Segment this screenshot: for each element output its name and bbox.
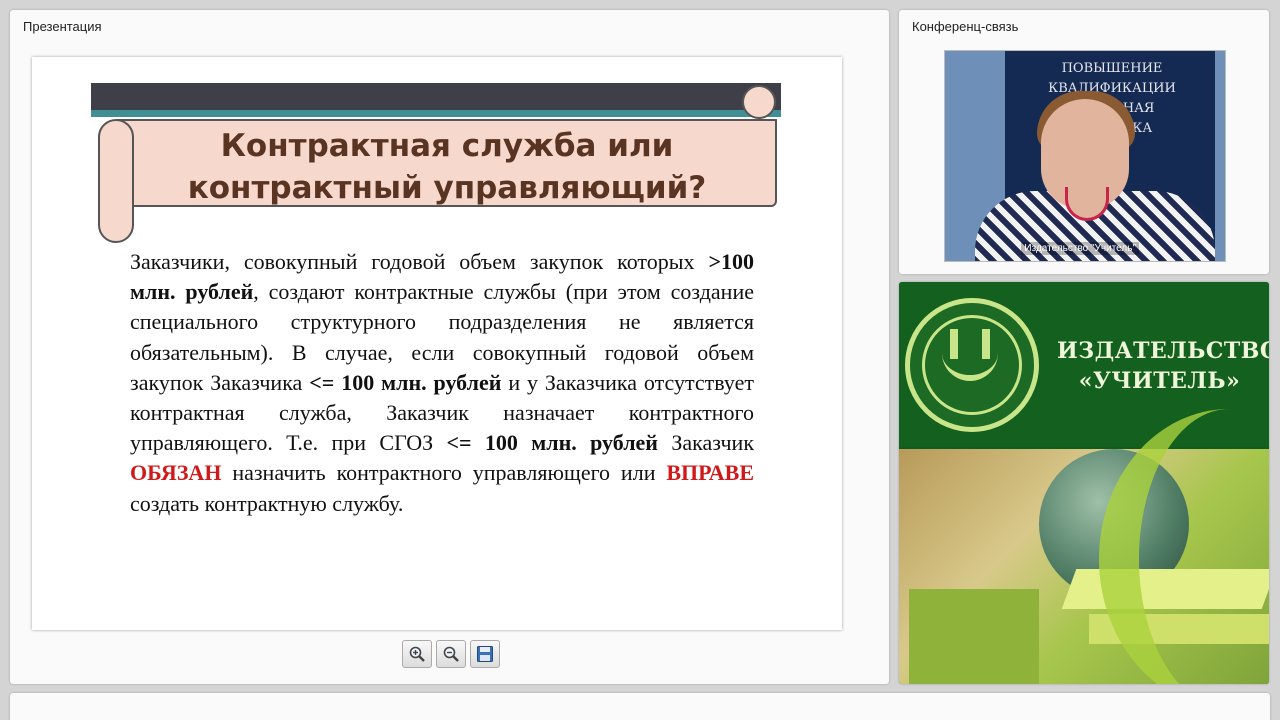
slide-title: Контрактная служба или контрактный управ… bbox=[152, 125, 742, 209]
zoom-in-button[interactable] bbox=[402, 640, 432, 668]
publisher-name-line1: ИЗДАТЕЛЬСТВО bbox=[1057, 338, 1269, 364]
presentation-slide: Контрактная служба или контрактный управ… bbox=[32, 57, 842, 630]
body-bold: <= 100 млн. рублей bbox=[446, 430, 658, 456]
body-text: назначить контрактного управляющего или bbox=[221, 460, 667, 486]
conference-panel: Конференц-связь ПОВЫШЕНИЕ КВАЛИФИКАЦИИ П… bbox=[899, 10, 1269, 274]
conference-panel-title: Конференц-связь bbox=[912, 19, 1019, 34]
book-stack-image bbox=[909, 589, 1039, 684]
slide-body-text: Заказчики, совокупный годовой объем заку… bbox=[130, 247, 754, 519]
publisher-books-image bbox=[899, 409, 1269, 684]
publisher-name: ИЗДАТЕЛЬСТВО «УЧИТЕЛЬ» bbox=[1057, 336, 1269, 396]
body-highlight-entitled: ВПРАВЕ bbox=[666, 460, 754, 486]
bottom-panel bbox=[10, 693, 1270, 720]
body-text: создать контрактную службу. bbox=[130, 490, 404, 516]
save-button[interactable] bbox=[470, 640, 500, 668]
publisher-logo-icon bbox=[905, 298, 1039, 432]
body-highlight-obliged: ОБЯЗАН bbox=[130, 460, 222, 486]
presentation-panel-title: Презентация bbox=[23, 19, 102, 34]
webcam-video[interactable]: ПОВЫШЕНИЕ КВАЛИФИКАЦИИ П...АЛЬНАЯ ...ГОТ… bbox=[944, 50, 1226, 262]
zoom-out-icon bbox=[443, 646, 459, 662]
publisher-name-line2: «УЧИТЕЛЬ» bbox=[1078, 368, 1241, 394]
publisher-ad-panel: ИЗДАТЕЛЬСТВО «УЧИТЕЛЬ» bbox=[899, 282, 1269, 684]
slide-toolbar bbox=[402, 640, 500, 668]
zoom-in-icon bbox=[409, 646, 425, 662]
slide-title-bar bbox=[91, 83, 781, 117]
zoom-out-button[interactable] bbox=[436, 640, 466, 668]
scroll-curl-left bbox=[98, 119, 134, 243]
body-text: Заказчик bbox=[657, 430, 755, 456]
floppy-disk-icon bbox=[477, 646, 493, 662]
slide-title-line1: Контрактная служба или bbox=[220, 128, 674, 164]
body-bold: <= 100 млн. рублей bbox=[309, 369, 502, 395]
scroll-curl-right bbox=[742, 85, 776, 119]
video-participant-label: Издательство "Учитель" bbox=[1021, 242, 1139, 255]
slide-title-line2: контрактный управляющий? bbox=[187, 170, 707, 206]
presentation-panel: Презентация Контрактная служба или контр… bbox=[10, 10, 889, 684]
banner-line: ПОВЫШЕНИЕ bbox=[1061, 61, 1163, 76]
body-text: Заказчики, совокупный годовой объем заку… bbox=[130, 249, 709, 274]
